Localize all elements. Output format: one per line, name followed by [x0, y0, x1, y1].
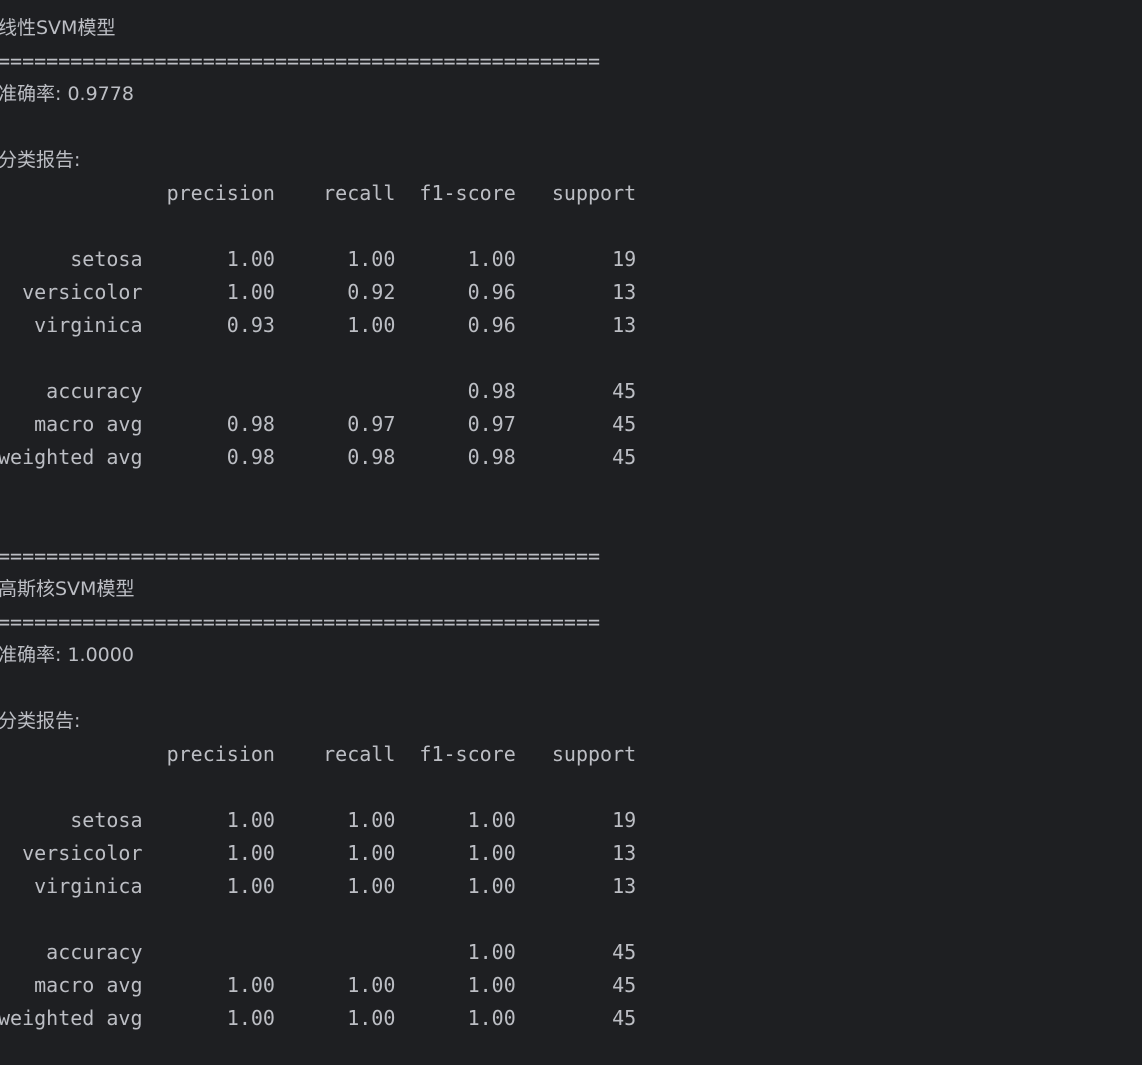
- report-row-setosa: setosa 1.00 1.00 1.00 19: [0, 808, 637, 832]
- report-header: precision recall f1-score support: [0, 181, 637, 205]
- report-row-virginica: virginica 1.00 1.00 1.00 13: [0, 874, 637, 898]
- report-row-weighted-avg: weighted avg 1.00 1.00 1.00 45: [0, 1006, 637, 1030]
- console-output: 线性SVM模型 ================================…: [0, 0, 1142, 1065]
- report-label: 分类报告:: [0, 149, 81, 171]
- report-row-macro-avg: macro avg 0.98 0.97 0.97 45: [0, 412, 637, 436]
- report-label: 分类报告:: [0, 710, 81, 732]
- report-row-weighted-avg: weighted avg 0.98 0.98 0.98 45: [0, 445, 637, 469]
- separator-line: ========================================…: [0, 49, 601, 73]
- report-row-accuracy: accuracy 0.98 45: [0, 379, 637, 403]
- report-blank: [0, 342, 1142, 375]
- model-title: 高斯核SVM模型: [0, 578, 135, 600]
- report-row-setosa: setosa 1.00 1.00 1.00 19: [0, 247, 637, 271]
- report-blank: [0, 210, 1142, 243]
- report-row-virginica: virginica 0.93 1.00 0.96 13: [0, 313, 637, 337]
- report-row-macro-avg: macro avg 1.00 1.00 1.00 45: [0, 973, 637, 997]
- report-row-versicolor: versicolor 1.00 1.00 1.00 13: [0, 841, 637, 865]
- report-row-versicolor: versicolor 1.00 0.92 0.96 13: [0, 280, 637, 304]
- model-title: 线性SVM模型: [0, 17, 116, 39]
- accuracy-line: 准确率: 0.9778: [0, 83, 134, 105]
- report-row-accuracy: accuracy 1.00 45: [0, 940, 637, 964]
- report-blank: [0, 903, 1142, 936]
- accuracy-line: 准确率: 1.0000: [0, 644, 134, 666]
- report-blank: [0, 771, 1142, 804]
- report-header: precision recall f1-score support: [0, 742, 637, 766]
- separator-line: ========================================…: [0, 544, 601, 568]
- separator-line: ========================================…: [0, 610, 601, 634]
